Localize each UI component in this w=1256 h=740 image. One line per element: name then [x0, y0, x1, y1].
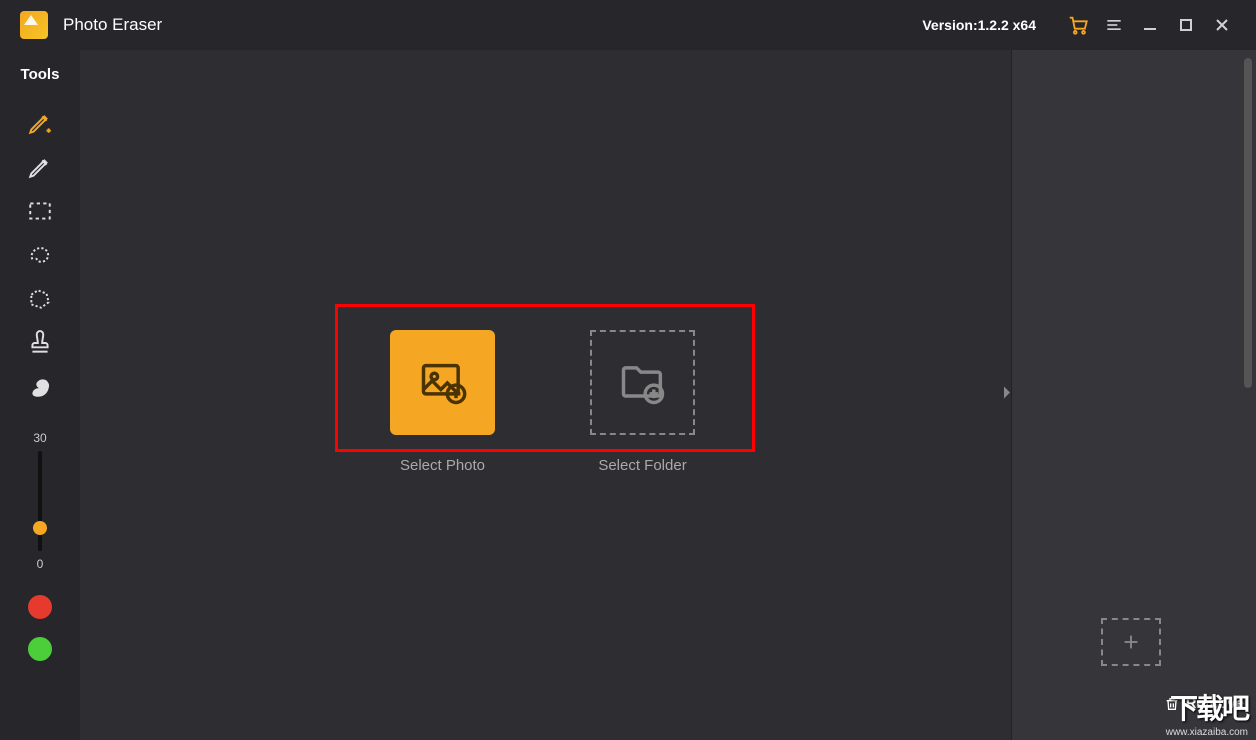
tools-heading: Tools — [21, 66, 60, 83]
slider-min-label: 0 — [37, 557, 44, 571]
select-photo-option[interactable]: Select Photo — [390, 330, 495, 474]
select-photo-label: Select Photo — [400, 457, 485, 474]
slider-track[interactable] — [38, 451, 42, 551]
marquee-tool[interactable] — [20, 191, 60, 231]
cart-icon[interactable] — [1064, 11, 1092, 39]
slider-max-label: 30 — [33, 431, 46, 445]
version-label: Version:1.2.2 x64 — [922, 17, 1036, 33]
select-folder-tile[interactable] — [590, 330, 695, 435]
scrollbar[interactable] — [1244, 58, 1252, 388]
select-folder-label: Select Folder — [598, 457, 686, 474]
maximize-button[interactable] — [1172, 11, 1200, 39]
smudge-tool[interactable] — [20, 367, 60, 407]
color-swatch-red[interactable] — [28, 595, 52, 619]
canvas-area: Select Photo Select Folder — [80, 50, 1011, 740]
pencil-tool[interactable] — [20, 147, 60, 187]
select-photo-tile[interactable] — [390, 330, 495, 435]
tools-sidebar: Tools 30 0 — [0, 50, 80, 740]
lasso-tool[interactable] — [20, 235, 60, 275]
trash-icon — [1164, 696, 1180, 712]
add-image-button[interactable] — [1101, 618, 1161, 666]
brush-size-slider[interactable]: 30 0 — [33, 431, 46, 577]
collapse-panel-arrow[interactable] — [1002, 385, 1012, 406]
minimize-button[interactable] — [1136, 11, 1164, 39]
title-bar: Photo Eraser Version:1.2.2 x64 — [0, 0, 1256, 50]
app-logo-icon — [20, 11, 48, 39]
select-folder-option[interactable]: Select Folder — [590, 330, 695, 474]
stamp-tool[interactable] — [20, 323, 60, 363]
pencil-add-tool[interactable] — [20, 103, 60, 143]
polygon-lasso-tool[interactable] — [20, 279, 60, 319]
app-title: Photo Eraser — [63, 15, 162, 35]
remove-button[interactable]: Remove — [1164, 695, 1244, 712]
right-panel: Remove 下载吧 www.xiazaiba.com — [1011, 50, 1256, 740]
watermark-url: www.xiazaiba.com — [1166, 727, 1248, 738]
menu-icon[interactable] — [1100, 11, 1128, 39]
slider-thumb[interactable] — [33, 521, 47, 535]
color-swatch-green[interactable] — [28, 637, 52, 661]
close-button[interactable] — [1208, 11, 1236, 39]
remove-label: Remove — [1186, 695, 1244, 712]
